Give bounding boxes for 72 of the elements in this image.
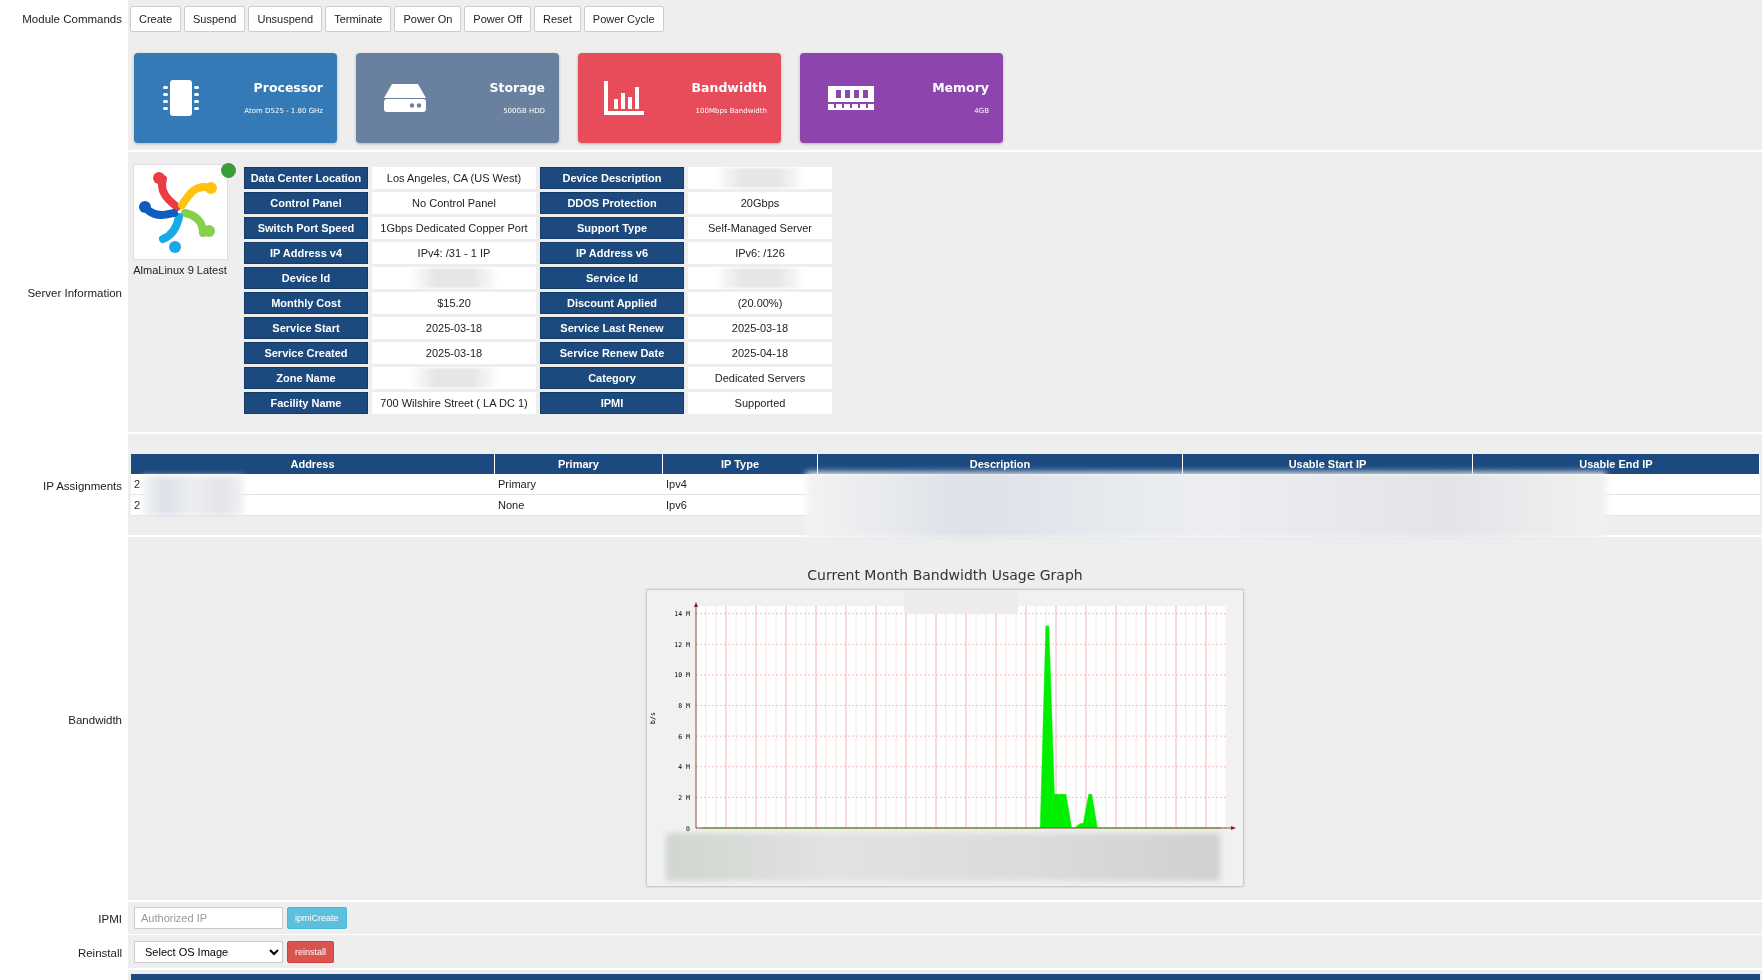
column-header: Address: [131, 453, 495, 474]
memory-module-icon: [826, 83, 876, 112]
card-title: Storage: [488, 80, 545, 95]
field-label: Support Type: [540, 217, 684, 239]
section-label: IP Assignments: [42, 479, 122, 492]
field-label: Service Start: [244, 317, 368, 339]
section-label: Bandwidth: [68, 713, 122, 726]
field-value: Los Angeles, CA (US West): [372, 167, 536, 189]
command-button[interactable]: Power On: [394, 6, 462, 32]
section-label: Module Commands: [22, 12, 122, 25]
graph-title: Current Month Bandwidth Usage Graph: [807, 566, 1083, 583]
field-value: Dedicated Servers: [688, 367, 832, 389]
command-button[interactable]: Suspend: [184, 6, 246, 32]
command-button[interactable]: Terminate: [325, 6, 392, 32]
field-label: Service Renew Date: [540, 342, 684, 364]
card-title: Bandwidth: [690, 80, 767, 95]
column-header: Primary: [495, 453, 663, 474]
field-value: 1Gbps Dedicated Copper Port: [372, 217, 536, 239]
os-logo-icon: [132, 164, 228, 260]
os-image-select[interactable]: Select OS Image: [134, 940, 283, 963]
field-value: 2025-03-18: [372, 342, 536, 364]
card-title: Processor: [252, 80, 323, 95]
command-button[interactable]: Reset: [534, 6, 581, 32]
field-label: Service Last Renew: [540, 317, 684, 339]
chip-icon: [160, 77, 202, 118]
reinstall-button[interactable]: reinstall: [287, 940, 334, 963]
field-label: Device Id: [244, 267, 368, 289]
command-button[interactable]: Unsuspend: [248, 6, 323, 32]
field-label: Device Description: [540, 167, 684, 189]
field-label: Facility Name: [244, 392, 368, 414]
field-label: Category: [540, 367, 684, 389]
column-header: Usable End IP: [1473, 453, 1760, 474]
command-button[interactable]: Power Off: [464, 6, 532, 32]
field-value: 20Gbps: [688, 192, 832, 214]
command-button[interactable]: Power Cycle: [583, 6, 664, 32]
bar-chart-icon: [604, 80, 646, 115]
authorized-ip-field[interactable]: Authorized IP: [134, 907, 283, 929]
field-label: Monthly Cost: [244, 292, 368, 314]
field-value: $15.20: [372, 292, 536, 314]
field-value: 2025-04-18: [688, 342, 832, 364]
os-name: AlmaLinux 9 Latest: [133, 264, 227, 276]
field-label: DDOS Protection: [540, 192, 684, 214]
field-label: Data Center Location: [244, 167, 368, 189]
field-value: (20.00%): [688, 292, 832, 314]
field-label: Service Id: [540, 267, 684, 289]
table-cell: None: [495, 494, 663, 516]
section-label: Server Information: [27, 287, 122, 299]
field-value: IPv4: /31 - 1 IP: [372, 242, 536, 264]
field-label: IP Address v6: [540, 242, 684, 264]
field-label: IP Address v4: [244, 242, 368, 264]
field-label: IPMI: [540, 392, 684, 414]
table-cell: Primary: [495, 473, 663, 495]
column-header: IP Type: [663, 453, 818, 474]
field-label: Discount Applied: [540, 292, 684, 314]
section-label: IPMI: [98, 913, 122, 925]
command-button[interactable]: Create: [130, 6, 182, 32]
field-label: Zone Name: [244, 367, 368, 389]
field-label: Control Panel: [244, 192, 368, 214]
field-value: IPv6: /126: [688, 242, 832, 264]
card-title: Memory: [931, 80, 989, 95]
field-value: 2025-03-18: [688, 317, 832, 339]
hard-drive-icon: [382, 81, 428, 114]
column-header: Description: [818, 453, 1183, 474]
field-value: 2025-03-18: [372, 317, 536, 339]
field-label: Switch Port Speed: [244, 217, 368, 239]
column-header: Usable Start IP: [1183, 453, 1473, 474]
field-value: Self-Managed Server: [688, 217, 832, 239]
section-label: Reinstall: [77, 946, 122, 959]
field-value: Supported: [688, 392, 832, 414]
field-value: No Control Panel: [372, 192, 536, 214]
field-label: Service Created: [244, 342, 368, 364]
field-value: 700 Wilshire Street ( LA DC 1): [372, 392, 536, 414]
